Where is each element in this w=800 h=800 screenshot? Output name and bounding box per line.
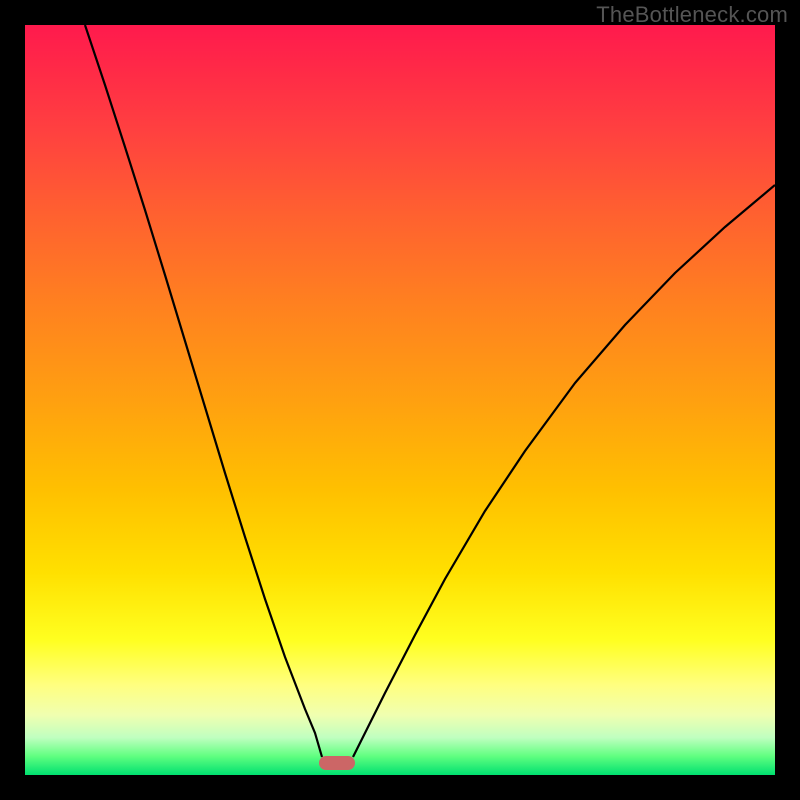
left-curve — [85, 25, 322, 757]
watermark-text: TheBottleneck.com — [596, 2, 788, 28]
chart-frame: TheBottleneck.com — [0, 0, 800, 800]
plot-area — [25, 25, 775, 775]
curves-svg — [25, 25, 775, 775]
right-curve — [353, 185, 775, 757]
bottleneck-marker — [319, 756, 355, 770]
